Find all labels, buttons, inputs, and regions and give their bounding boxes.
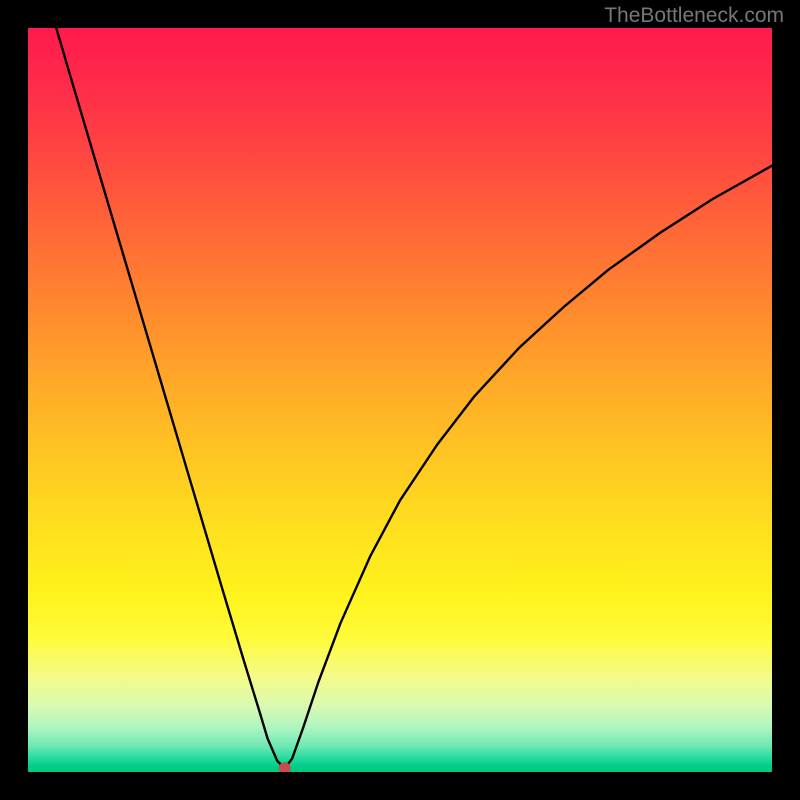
watermark-text: TheBottleneck.com [604, 4, 784, 28]
chart-plot-area [28, 28, 772, 772]
bottleneck-curve-path [56, 28, 772, 768]
chart-svg [28, 28, 772, 772]
